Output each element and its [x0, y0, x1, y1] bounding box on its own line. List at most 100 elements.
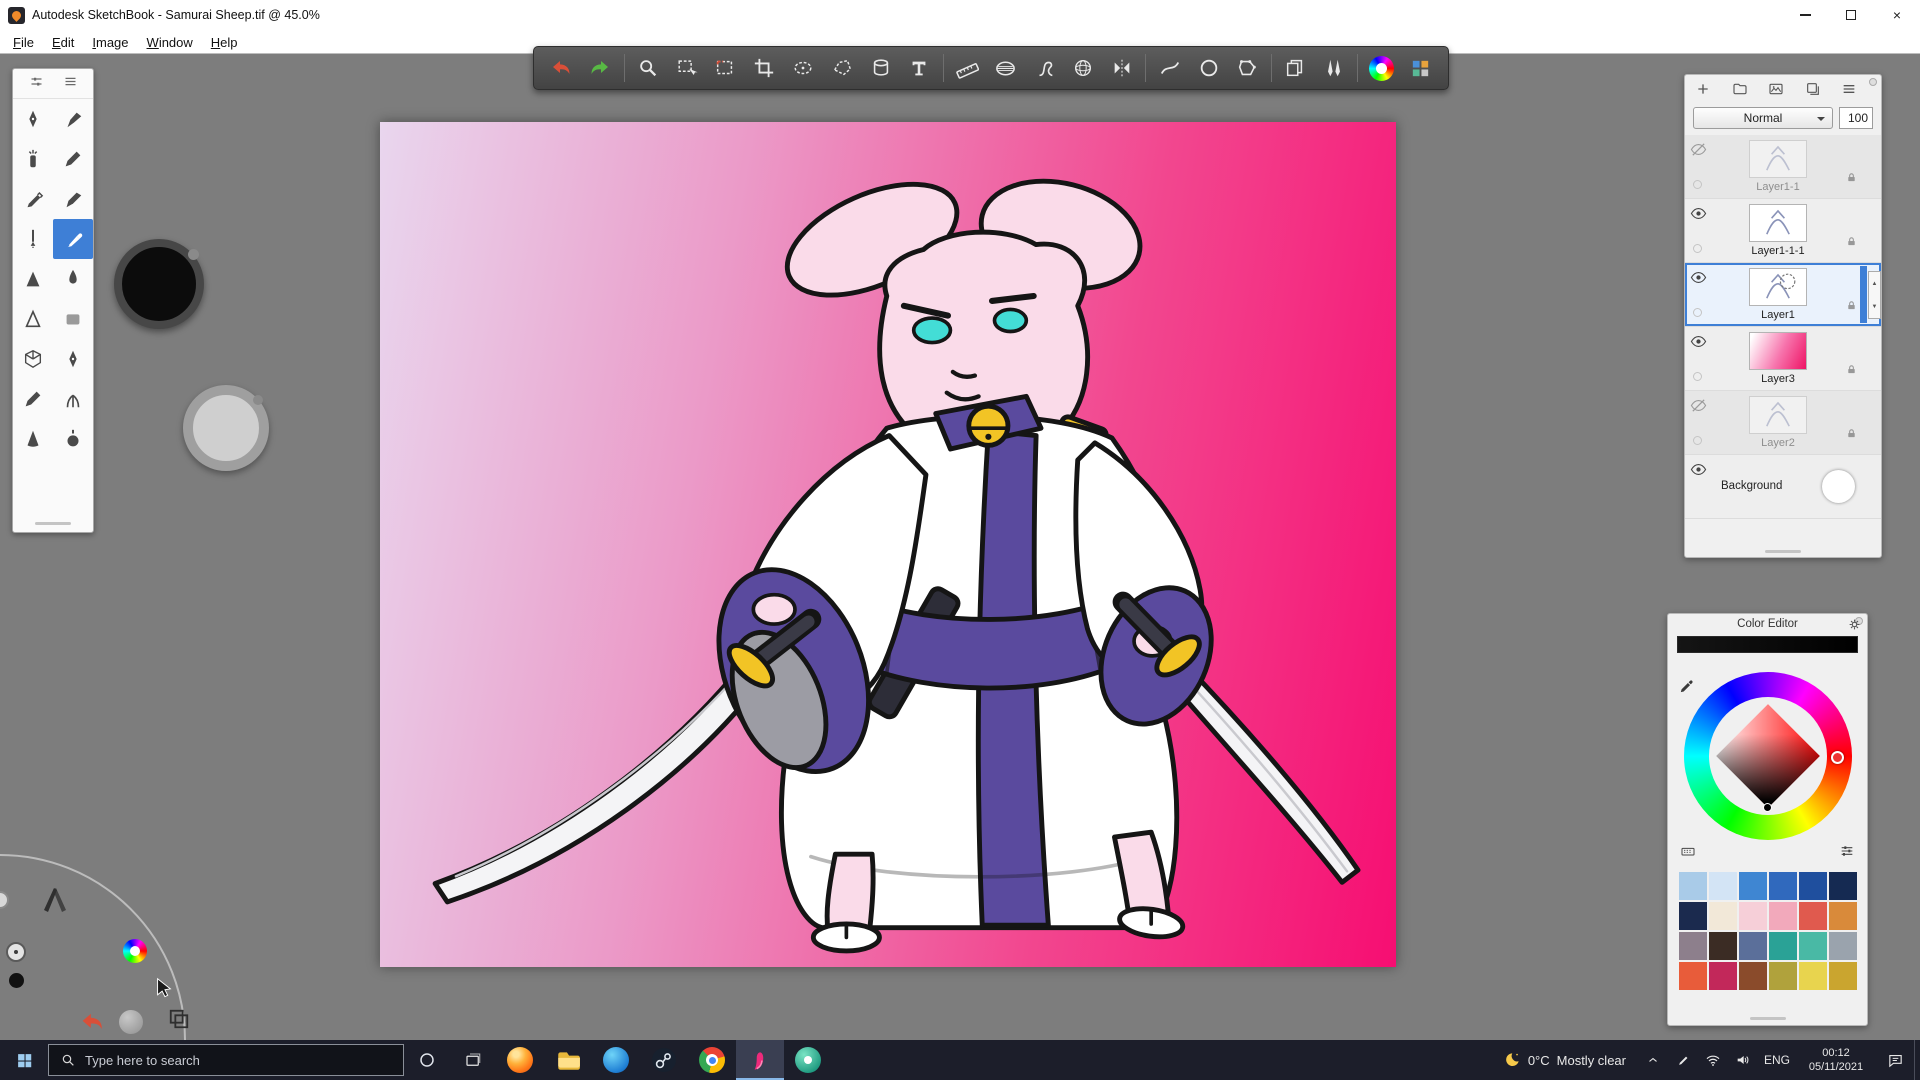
taskbar-app-firefox[interactable]	[496, 1040, 544, 1080]
taskbar-clock[interactable]: 00:12 05/11/2021	[1796, 1040, 1876, 1080]
brush-fountain-pen[interactable]	[13, 99, 53, 139]
swatch-23[interactable]	[1829, 962, 1857, 990]
brush-chisel-marker[interactable]	[53, 99, 93, 139]
color-puck[interactable]	[183, 385, 269, 471]
swatch-20[interactable]	[1739, 962, 1767, 990]
layer-row-layer1[interactable]: Layer1▲▼	[1685, 263, 1881, 327]
visibility-toggle[interactable]	[1690, 461, 1707, 483]
visibility-toggle[interactable]	[1690, 205, 1707, 227]
background-color-thumbnail[interactable]	[1822, 470, 1855, 503]
brush-ballpoint-pen[interactable]	[13, 179, 53, 219]
swatch-0[interactable]	[1679, 872, 1707, 900]
cursor-tool-icon[interactable]	[153, 976, 175, 998]
add-layer-button[interactable]	[1695, 81, 1711, 97]
swatch-19[interactable]	[1709, 962, 1737, 990]
swatch-15[interactable]	[1769, 932, 1797, 960]
swatch-11[interactable]	[1829, 902, 1857, 930]
hue-wheel[interactable]	[1684, 672, 1852, 840]
brush-marker[interactable]	[53, 179, 93, 219]
brush-airbrush[interactable]	[13, 139, 53, 179]
brush-graphite[interactable]	[13, 379, 53, 419]
layer-row-background[interactable]: Background	[1685, 455, 1881, 519]
ruler-tool[interactable]	[948, 49, 987, 87]
lagoon-frame-icon[interactable]	[168, 1008, 190, 1030]
swatch-grid-icon[interactable]	[1680, 843, 1696, 864]
close-button[interactable]: ×	[1874, 0, 1920, 30]
layer-thumbnail[interactable]: Layer3	[1717, 332, 1839, 385]
visibility-toggle[interactable]	[1690, 269, 1707, 291]
brush-cone-brush[interactable]	[13, 419, 53, 459]
color-wheel-tool[interactable]	[1362, 49, 1401, 87]
brush-smudge[interactable]	[13, 259, 53, 299]
brush-round-brush[interactable]	[53, 419, 93, 459]
layers-menu-button[interactable]	[1841, 81, 1857, 97]
action-center-button[interactable]	[1876, 1040, 1914, 1080]
polygon-select-tool[interactable]	[822, 49, 861, 87]
layer-thumbnail[interactable]: Layer1-1-1	[1717, 204, 1839, 257]
lagoon-redo-icon[interactable]	[119, 1010, 143, 1034]
brush-eraser[interactable]	[53, 299, 93, 339]
taskbar-search[interactable]: Type here to search	[48, 1044, 404, 1076]
lagoon-mode-button[interactable]	[6, 942, 26, 962]
eyedropper-icon[interactable]	[1678, 678, 1695, 700]
taskbar-app-chrome[interactable]	[688, 1040, 736, 1080]
layer-folder-button[interactable]	[1732, 81, 1748, 97]
swatch-14[interactable]	[1739, 932, 1767, 960]
swatch-12[interactable]	[1679, 932, 1707, 960]
ellipse-guide-tool[interactable]	[986, 49, 1025, 87]
undo-tool[interactable]	[542, 49, 581, 87]
swatch-17[interactable]	[1829, 932, 1857, 960]
network-button[interactable]	[1698, 1040, 1728, 1080]
visibility-toggle[interactable]	[1690, 141, 1707, 163]
sliders-icon[interactable]	[1839, 843, 1855, 864]
show-desktop-button[interactable]	[1914, 1040, 1920, 1080]
swatch-22[interactable]	[1799, 962, 1827, 990]
layer-row-layer1-1-1[interactable]: Layer1-1-1	[1685, 199, 1881, 263]
perspective-tool[interactable]	[1064, 49, 1103, 87]
swatch-9[interactable]	[1769, 902, 1797, 930]
maximize-button[interactable]	[1828, 0, 1874, 30]
language-indicator[interactable]: ENG	[1758, 1040, 1796, 1080]
current-color-bar[interactable]	[1677, 636, 1858, 653]
swatch-13[interactable]	[1709, 932, 1737, 960]
paste-tool[interactable]	[1276, 49, 1315, 87]
symmetry-tool[interactable]	[1103, 49, 1142, 87]
swatch-1[interactable]	[1709, 872, 1737, 900]
layer-thumbnail[interactable]: Layer2	[1717, 396, 1839, 449]
windows-ink-button[interactable]	[1668, 1040, 1698, 1080]
swatch-4[interactable]	[1799, 872, 1827, 900]
french-curve-tool[interactable]	[1025, 49, 1064, 87]
magic-select-tool[interactable]	[706, 49, 745, 87]
swatch-3[interactable]	[1769, 872, 1797, 900]
weather-widget[interactable]: 0°C Mostly clear	[1490, 1040, 1638, 1080]
import-image-button[interactable]	[1768, 81, 1784, 97]
taskbar-app-steam[interactable]	[640, 1040, 688, 1080]
redo-tool[interactable]	[581, 49, 620, 87]
brush-paintbrush[interactable]	[53, 219, 93, 259]
brush-triangle-brush[interactable]	[13, 299, 53, 339]
panel-collapse-dot[interactable]	[1869, 78, 1877, 86]
menu-window[interactable]: Window	[138, 32, 202, 53]
blend-mode-select[interactable]: Normal	[1693, 107, 1833, 129]
layer-row-layer2[interactable]: Layer2	[1685, 391, 1881, 455]
brush-size-puck[interactable]	[114, 239, 204, 329]
sliders-grip-icon[interactable]	[29, 74, 44, 94]
shape-ellipse-tool[interactable]	[1189, 49, 1228, 87]
oval-select-tool[interactable]	[784, 49, 823, 87]
lagoon-undo-icon[interactable]	[78, 1008, 106, 1036]
canvas[interactable]	[380, 122, 1396, 967]
brush-perspective-box[interactable]	[13, 339, 53, 379]
tray-expand-button[interactable]	[1638, 1040, 1668, 1080]
swatch-5[interactable]	[1829, 872, 1857, 900]
swatch-8[interactable]	[1739, 902, 1767, 930]
hue-marker[interactable]	[1831, 751, 1844, 764]
taskbar-app-teal-app[interactable]	[784, 1040, 832, 1080]
layer-opacity-input[interactable]: 100	[1839, 107, 1873, 129]
value-marker[interactable]	[1763, 803, 1772, 812]
task-view-button[interactable]	[450, 1040, 496, 1080]
menu-file[interactable]: File	[4, 32, 43, 53]
distort-tool[interactable]	[861, 49, 900, 87]
volume-button[interactable]	[1728, 1040, 1758, 1080]
brush-fan-brush[interactable]	[53, 379, 93, 419]
minimize-button[interactable]	[1782, 0, 1828, 30]
